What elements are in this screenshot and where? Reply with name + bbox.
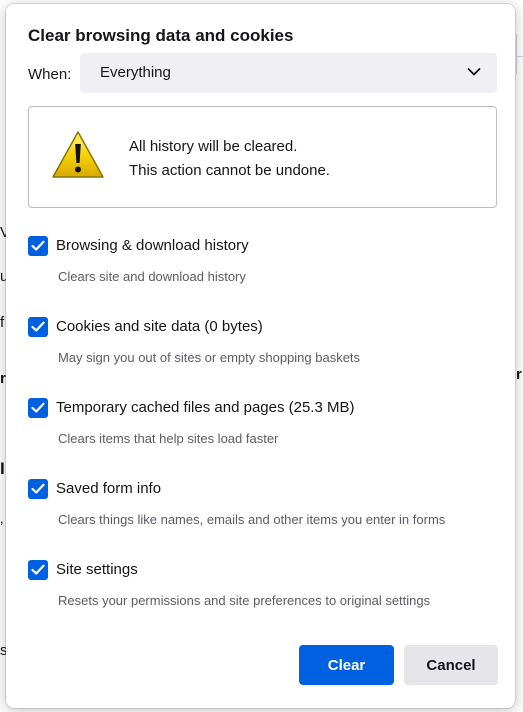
browsing-history-label[interactable]: Browsing & download history xyxy=(56,237,249,254)
browsing-history-desc: Clears site and download history xyxy=(58,269,246,284)
site-settings-desc: Resets your permissions and site prefere… xyxy=(58,593,431,608)
warning-line-2: This action cannot be undone. xyxy=(129,162,330,179)
cookies-label[interactable]: Cookies and site data (0 bytes) xyxy=(56,318,263,335)
background-text-fragment: r xyxy=(516,366,522,383)
time-range-value: Everything xyxy=(100,64,171,81)
time-range-select[interactable]: Everything xyxy=(80,53,497,93)
cache-label[interactable]: Temporary cached files and pages (25.3 M… xyxy=(56,399,354,416)
chevron-down-icon xyxy=(467,68,481,76)
browsing-history-checkbox[interactable] xyxy=(28,236,48,256)
clear-button[interactable]: Clear xyxy=(299,645,394,685)
checkmark-icon xyxy=(31,240,45,251)
background-text-fragment: r xyxy=(0,370,6,387)
background-divider xyxy=(516,56,523,57)
clear-data-dialog: Clear browsing data and cookies When: Ev… xyxy=(6,4,515,708)
warning-box: All history will be cleared. This action… xyxy=(28,106,497,208)
background-text-fragment: ‚ xyxy=(0,510,4,527)
background-divider xyxy=(516,34,523,74)
cookies-desc: May sign you out of sites or empty shopp… xyxy=(58,350,361,365)
cookies-checkbox[interactable] xyxy=(28,317,48,337)
warning-triangle-icon xyxy=(52,131,104,178)
cache-checkbox[interactable] xyxy=(28,398,48,418)
site-settings-label[interactable]: Site settings xyxy=(56,561,138,578)
checkmark-icon xyxy=(31,402,45,413)
form-info-desc: Clears things like names, emails and oth… xyxy=(58,512,446,527)
warning-line-1: All history will be cleared. xyxy=(129,138,298,155)
form-info-label[interactable]: Saved form info xyxy=(56,480,161,497)
form-info-checkbox[interactable] xyxy=(28,479,48,499)
cache-desc: Clears items that help sites load faster xyxy=(58,431,279,446)
site-settings-checkbox[interactable] xyxy=(28,560,48,580)
checkmark-icon xyxy=(31,321,45,332)
checkmark-icon xyxy=(31,483,45,494)
checkmark-icon xyxy=(31,564,45,575)
background-text-fragment: f xyxy=(0,314,5,331)
dialog-title: Clear browsing data and cookies xyxy=(28,26,294,45)
cancel-button[interactable]: Cancel xyxy=(404,645,498,685)
background-text-fragment: I xyxy=(0,459,5,478)
when-label: When: xyxy=(28,66,72,83)
